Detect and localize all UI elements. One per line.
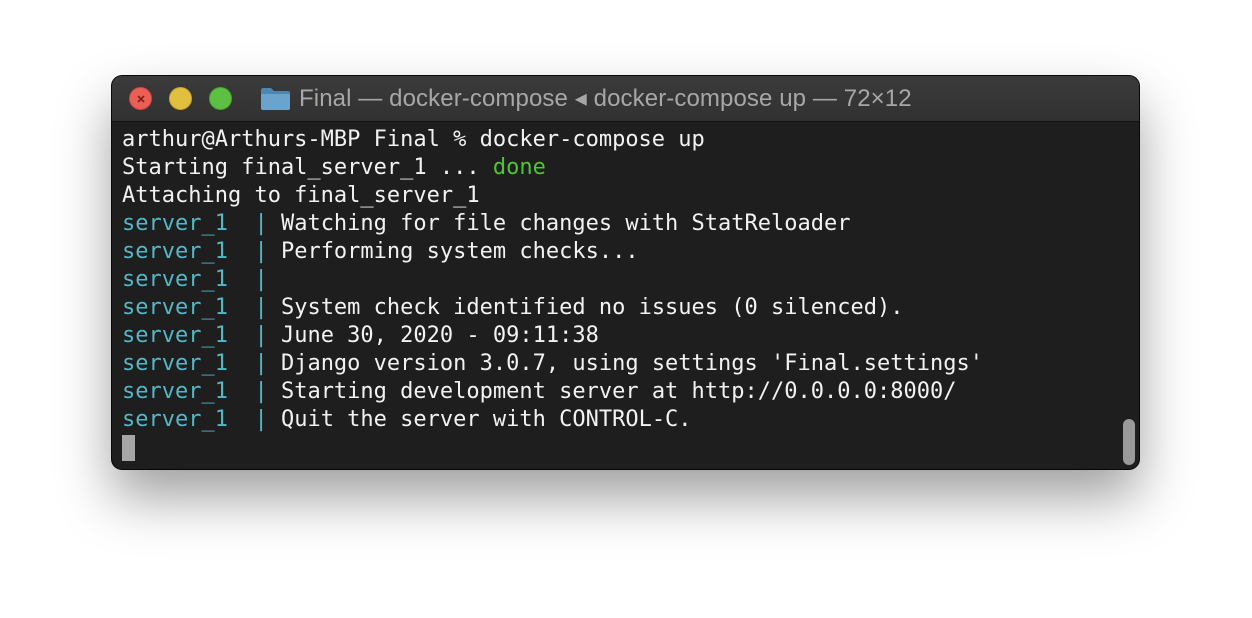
log-text: June 30, 2020 - 09:11:38 — [280, 323, 599, 348]
attaching-line: Attaching to final_server_1 — [122, 182, 1119, 210]
done-status: done — [492, 155, 546, 180]
scrollbar-thumb[interactable] — [1123, 419, 1135, 465]
text-cursor — [122, 435, 135, 461]
minimize-button[interactable] — [169, 87, 192, 110]
service-prefix: server_1 | — [122, 351, 281, 376]
service-prefix: server_1 | — [122, 379, 281, 404]
prompt-command: arthur@Arthurs-MBP Final % docker-compos… — [122, 127, 705, 152]
log-line: server_1 | Watching for file changes wit… — [122, 210, 1119, 238]
log-line: server_1 | — [122, 266, 1119, 294]
service-prefix: server_1 | — [122, 295, 281, 320]
log-line: server_1 | System check identified no is… — [122, 294, 1119, 322]
log-line: server_1 | Starting development server a… — [122, 378, 1119, 406]
service-prefix: server_1 | — [122, 323, 281, 348]
terminal-output[interactable]: arthur@Arthurs-MBP Final % docker-compos… — [122, 126, 1119, 462]
log-text: Starting development server at http://0.… — [280, 379, 957, 404]
zoom-button[interactable] — [209, 87, 232, 110]
log-text: Django version 3.0.7, using settings 'Fi… — [280, 351, 983, 376]
starting-text: Starting final_server_1 ... — [122, 155, 493, 180]
log-text: Quit the server with CONTROL-C. — [280, 407, 692, 432]
title-bar[interactable]: Final — docker-compose ◂ docker-compose … — [112, 76, 1139, 122]
log-line: server_1 | Performing system checks... — [122, 238, 1119, 266]
log-text: Performing system checks... — [280, 239, 639, 264]
service-prefix: server_1 | — [122, 211, 281, 236]
service-prefix: server_1 | — [122, 267, 281, 292]
close-button[interactable] — [129, 87, 152, 110]
service-prefix: server_1 | — [122, 239, 281, 264]
log-line: server_1 | June 30, 2020 - 09:11:38 — [122, 322, 1119, 350]
log-line: server_1 | Django version 3.0.7, using s… — [122, 350, 1119, 378]
input-line[interactable] — [122, 434, 1119, 462]
folder-icon — [261, 88, 290, 110]
attaching-text: Attaching to final_server_1 — [122, 183, 480, 208]
log-line: server_1 | Quit the server with CONTROL-… — [122, 406, 1119, 434]
prompt-line: arthur@Arthurs-MBP Final % docker-compos… — [122, 126, 1119, 154]
close-icon — [130, 88, 151, 109]
terminal-window: Final — docker-compose ◂ docker-compose … — [112, 76, 1139, 469]
window-title: Final — docker-compose ◂ docker-compose … — [299, 85, 912, 112]
log-text: System check identified no issues (0 sil… — [280, 295, 904, 320]
starting-line: Starting final_server_1 ... done — [122, 154, 1119, 182]
log-text: Watching for file changes with StatReloa… — [280, 211, 851, 236]
service-prefix: server_1 | — [122, 407, 281, 432]
